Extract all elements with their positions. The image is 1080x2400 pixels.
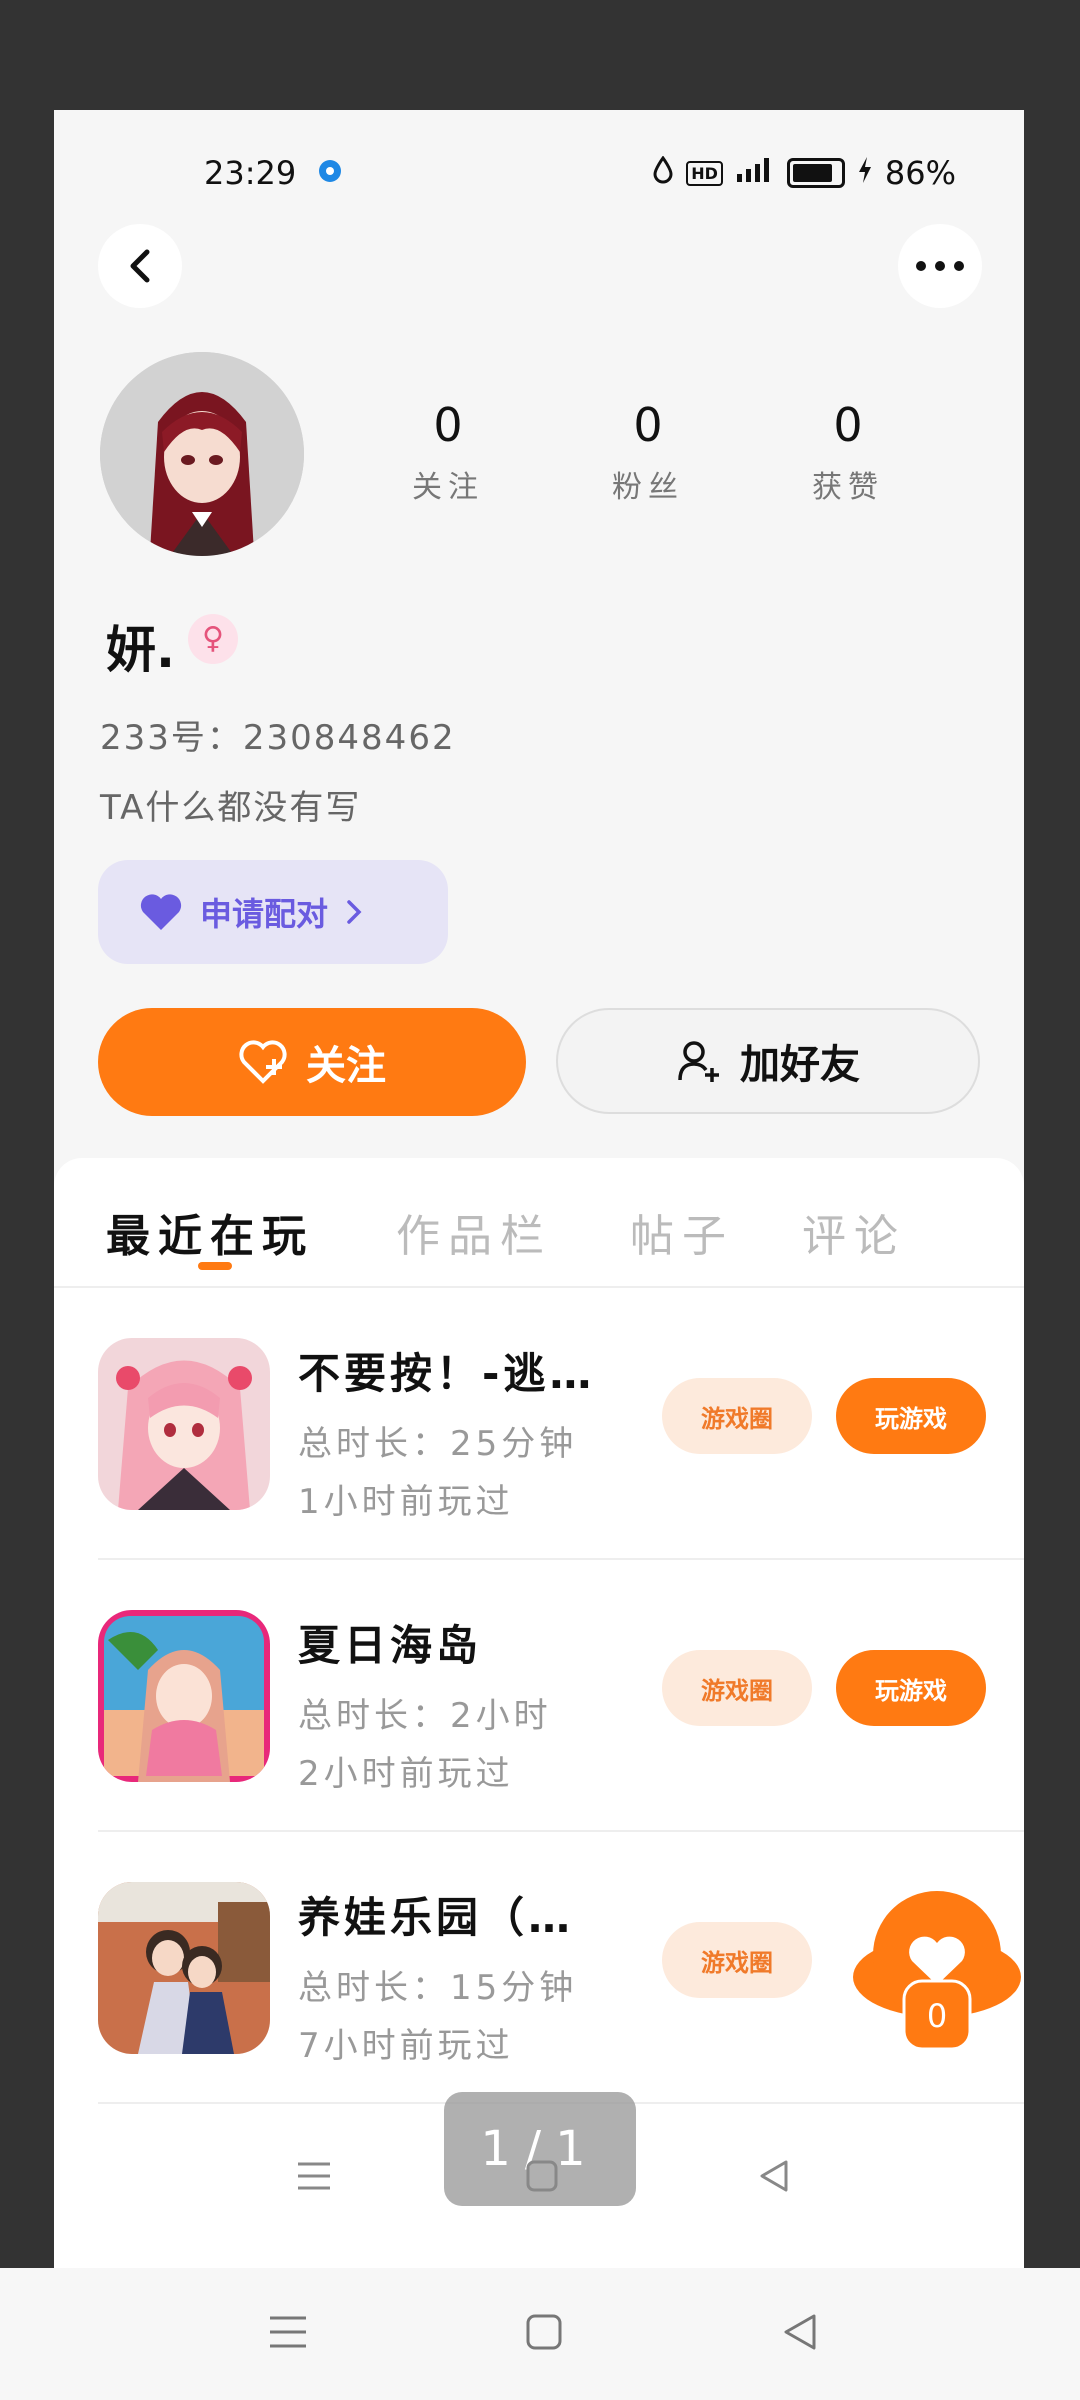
game-circle-button[interactable]: 游戏圈 bbox=[662, 1650, 812, 1726]
add-friend-button[interactable]: 加好友 bbox=[556, 1008, 980, 1114]
game-circle-button[interactable]: 游戏圈 bbox=[662, 1922, 812, 1998]
fans-count: 0 bbox=[633, 398, 663, 452]
fans-label: 粉丝 bbox=[612, 470, 684, 505]
notification-dot-icon bbox=[319, 160, 341, 182]
likes-stat[interactable]: 0 获赞 bbox=[778, 400, 918, 506]
hd-badge: HD bbox=[686, 160, 723, 186]
follow-heart-icon bbox=[239, 1040, 287, 1084]
game-total-time: 总时长：15分钟 bbox=[298, 1968, 578, 2008]
game-last-played: 7小时前玩过 bbox=[298, 2026, 514, 2066]
follow-button[interactable]: 关注 bbox=[98, 1008, 526, 1116]
charging-icon bbox=[857, 154, 873, 192]
game-total-time: 总时长：2小时 bbox=[298, 1696, 552, 1736]
heart-icon bbox=[140, 894, 182, 930]
tab-bar: 最近在玩 作品栏 帖子 评论 bbox=[54, 1158, 1024, 1288]
chevron-right-icon bbox=[347, 900, 362, 924]
game-total-time: 总时长：25分钟 bbox=[298, 1424, 578, 1464]
apply-pair-button[interactable]: 申请配对 bbox=[98, 860, 448, 964]
game-thumbnail[interactable] bbox=[98, 1610, 270, 1782]
signal-icon bbox=[735, 154, 775, 192]
avatar[interactable] bbox=[100, 352, 304, 556]
game-name: 夏日海岛 bbox=[298, 1621, 483, 1670]
more-icon bbox=[916, 261, 964, 271]
game-last-played: 2小时前玩过 bbox=[298, 1754, 514, 1794]
back-button[interactable] bbox=[98, 224, 182, 308]
gender-female-icon: ♀ bbox=[188, 614, 238, 664]
back-triangle-icon[interactable] bbox=[756, 2158, 792, 2194]
following-stat[interactable]: 0 关注 bbox=[378, 400, 518, 506]
following-count: 0 bbox=[433, 398, 463, 452]
play-game-button[interactable]: 玩游戏 bbox=[836, 1378, 986, 1454]
game-thumbnail[interactable] bbox=[98, 1882, 270, 2054]
follow-label: 关注 bbox=[306, 1043, 386, 1089]
tab-posts[interactable]: 帖子 bbox=[630, 1200, 734, 1264]
user-id: 233号：230848462 bbox=[100, 718, 456, 758]
game-thumbnail[interactable] bbox=[98, 1338, 270, 1510]
game-name: 养娃乐园（… bbox=[298, 1893, 575, 1942]
game-row[interactable]: 不要按！-逃… 总时长：25分钟 1小时前玩过 游戏圈 玩游戏 bbox=[98, 1288, 1024, 1560]
system-navigation-bar bbox=[0, 2268, 1080, 2400]
add-friend-label: 加好友 bbox=[740, 1042, 860, 1088]
tab-comments[interactable]: 评论 bbox=[802, 1200, 906, 1264]
status-bar: 23:29 HD 86% bbox=[54, 110, 1024, 220]
apply-pair-label: 申请配对 bbox=[200, 895, 329, 933]
battery-level bbox=[792, 164, 833, 182]
back-icon bbox=[130, 249, 150, 283]
game-circle-button[interactable]: 游戏圈 bbox=[662, 1378, 812, 1454]
battery-icon bbox=[786, 158, 845, 188]
inner-navigation-bar bbox=[54, 2136, 1024, 2246]
bio: TA什么都没有写 bbox=[100, 788, 362, 828]
home-icon[interactable] bbox=[524, 2158, 560, 2194]
floating-like-button[interactable]: 0 bbox=[852, 1885, 1022, 2065]
more-button[interactable] bbox=[898, 224, 982, 308]
app-frame: 23:29 HD 86% 0 关注 0 粉丝 0 获赞 妍. ♀ 233号：23… bbox=[54, 110, 1024, 2268]
home-icon[interactable] bbox=[524, 2312, 564, 2352]
game-row[interactable]: 夏日海岛 总时长：2小时 2小时前玩过 游戏圈 玩游戏 bbox=[98, 1560, 1024, 1832]
likes-count: 0 bbox=[833, 398, 863, 452]
fans-stat[interactable]: 0 粉丝 bbox=[578, 400, 718, 506]
following-label: 关注 bbox=[412, 470, 484, 505]
floating-like-count: 0 bbox=[926, 1997, 948, 2035]
username: 妍. bbox=[106, 621, 175, 679]
menu-icon[interactable] bbox=[294, 2158, 334, 2194]
add-person-icon bbox=[678, 1041, 719, 1082]
menu-icon[interactable] bbox=[266, 2312, 310, 2352]
play-game-button[interactable]: 玩游戏 bbox=[836, 1650, 986, 1726]
status-time: 23:29 bbox=[204, 154, 297, 192]
status-right: HD 86% bbox=[652, 154, 956, 192]
tab-works[interactable]: 作品栏 bbox=[396, 1200, 552, 1264]
drop-icon bbox=[652, 154, 674, 192]
tab-indicator bbox=[198, 1262, 232, 1270]
game-last-played: 1小时前玩过 bbox=[298, 1482, 514, 1522]
battery-percent: 86% bbox=[884, 154, 956, 192]
back-triangle-icon[interactable] bbox=[780, 2312, 820, 2352]
game-name: 不要按！-逃… bbox=[298, 1349, 596, 1398]
tab-recent-play[interactable]: 最近在玩 bbox=[106, 1200, 314, 1264]
likes-label: 获赞 bbox=[812, 470, 884, 505]
